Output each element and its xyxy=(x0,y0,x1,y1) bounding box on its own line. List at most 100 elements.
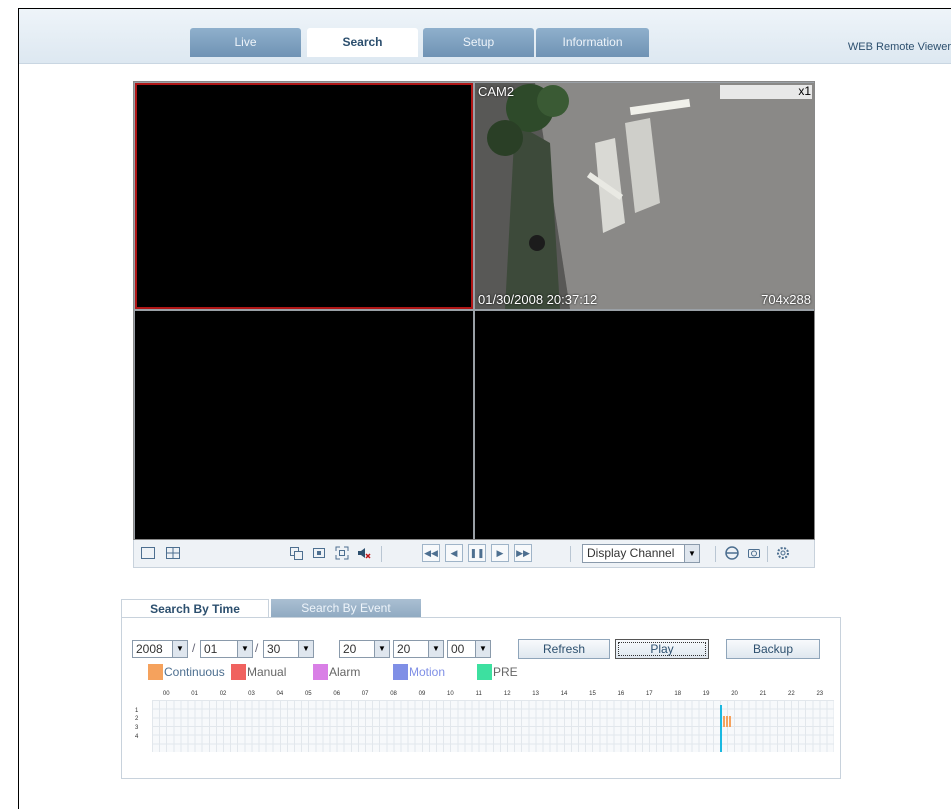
timeline-hour-label: 18 xyxy=(674,691,682,697)
page-frame: Live Search Setup Information WEB Remote… xyxy=(18,8,951,809)
chevron-down-icon[interactable]: ▼ xyxy=(428,641,443,657)
timeline-hour-label: 09 xyxy=(418,691,426,697)
month-select[interactable]: 01 ▼ xyxy=(200,640,253,658)
legend-label: Alarm xyxy=(329,665,361,679)
print-icon[interactable] xyxy=(724,545,740,561)
timeline-hour-label: 17 xyxy=(645,691,653,697)
quad-view-icon[interactable] xyxy=(165,545,181,561)
minute-value: 20 xyxy=(397,642,411,656)
camera-resolution: 704x288 xyxy=(761,292,811,307)
audio-mute-icon[interactable] xyxy=(356,545,372,561)
minute-select[interactable]: 20 ▼ xyxy=(393,640,444,658)
display-channel-label: Display Channel xyxy=(587,546,675,560)
hour-value: 20 xyxy=(343,642,357,656)
timeline-channel-label: 4 xyxy=(135,733,139,740)
timeline-hour-label: 02 xyxy=(219,691,227,697)
timeline-hour-label: 15 xyxy=(589,691,596,697)
legend-swatch xyxy=(231,664,246,680)
timeline-channel-label: 1 xyxy=(135,707,139,714)
snapshot-icon[interactable] xyxy=(746,545,762,561)
timeline-hour-label: 10 xyxy=(447,691,454,697)
hour-select[interactable]: 20 ▼ xyxy=(339,640,390,658)
legend-swatch xyxy=(313,664,328,680)
legend-swatch xyxy=(477,664,492,680)
timeline-hour-label: 21 xyxy=(759,691,767,697)
single-view-icon[interactable] xyxy=(140,545,156,561)
second-select[interactable]: 00 ▼ xyxy=(447,640,491,658)
tab-live[interactable]: Live xyxy=(190,28,301,57)
top-header: Live Search Setup Information WEB Remote… xyxy=(19,9,951,64)
tab-search-by-event[interactable]: Search By Event xyxy=(271,599,421,618)
timeline-hour-label: 03 xyxy=(248,691,255,697)
day-value: 30 xyxy=(267,642,281,656)
timeline-hour-label: 08 xyxy=(390,691,397,697)
fast-rewind-icon[interactable]: ◀◀ xyxy=(422,544,440,562)
chevron-down-icon[interactable]: ▼ xyxy=(298,641,313,657)
legend-label: Motion xyxy=(409,665,446,679)
step-back-icon[interactable]: ◀ xyxy=(445,544,463,562)
timeline-hour-label: 06 xyxy=(333,691,341,697)
chevron-down-icon[interactable]: ▼ xyxy=(475,641,490,657)
video-pane-4[interactable] xyxy=(475,311,814,539)
year-select[interactable]: 2008 ▼ xyxy=(132,640,188,658)
backup-button[interactable]: Backup xyxy=(726,639,820,659)
video-pane-1[interactable] xyxy=(135,83,473,309)
tab-setup[interactable]: Setup xyxy=(423,28,534,57)
play-button[interactable]: Play xyxy=(615,639,709,659)
timeline-hour-label: 23 xyxy=(816,691,824,697)
day-select[interactable]: 30 ▼ xyxy=(263,640,314,658)
timeline-hour-label: 16 xyxy=(617,691,625,697)
video-grid: CAM2 x1 01/30/2008 20:37:12 704x288 xyxy=(133,81,815,540)
legend-swatch xyxy=(393,664,408,680)
timeline-cursor[interactable] xyxy=(720,705,723,752)
pause-icon[interactable]: ❚❚ xyxy=(468,544,486,562)
timeline-hour-label: 13 xyxy=(532,691,539,697)
date-separator: / xyxy=(255,641,259,655)
camera-timestamp: 01/30/2008 20:37:12 xyxy=(478,292,598,307)
legend-swatch xyxy=(148,664,163,680)
fast-forward-icon[interactable]: ▶▶ xyxy=(514,544,532,562)
refresh-button[interactable]: Refresh xyxy=(518,639,610,659)
step-forward-icon[interactable]: ▶ xyxy=(491,544,509,562)
timeline-hour-label: 12 xyxy=(503,691,511,697)
brand-label: WEB Remote Viewer xyxy=(847,41,951,53)
camera-name-label: CAM2 xyxy=(478,84,515,99)
tab-search[interactable]: Search xyxy=(307,28,418,57)
legend-label: Manual xyxy=(247,665,287,679)
playback-toolbar: ◀◀ ◀ ❚❚ ▶ ▶▶ Display Channel ▼ xyxy=(133,540,815,568)
tab-information[interactable]: Information xyxy=(536,28,649,57)
chevron-down-icon[interactable]: ▼ xyxy=(374,641,389,657)
fullscreen-icon[interactable] xyxy=(334,545,350,561)
camera-zoom-label: x1 xyxy=(798,84,811,98)
tab-search-by-time[interactable]: Search By Time xyxy=(121,599,269,618)
copy-icon[interactable] xyxy=(288,545,304,561)
timeline-hour-label: 04 xyxy=(276,691,284,697)
timeline-hour-label: 07 xyxy=(361,691,369,697)
second-value: 00 xyxy=(451,642,465,656)
timeline-grid[interactable] xyxy=(152,700,834,752)
year-value: 2008 xyxy=(136,642,163,656)
timeline-hour-label: 22 xyxy=(788,691,795,697)
chevron-down-icon[interactable]: ▼ xyxy=(237,641,252,657)
fit-icon[interactable] xyxy=(311,545,327,561)
chevron-down-icon[interactable]: ▼ xyxy=(684,545,699,562)
camera-feed-image xyxy=(475,83,814,309)
video-pane-2[interactable]: CAM2 x1 01/30/2008 20:37:12 704x288 xyxy=(475,83,814,309)
month-value: 01 xyxy=(204,642,218,656)
legend-label: PRE xyxy=(493,665,518,679)
timeline-hour-label: 01 xyxy=(191,691,198,697)
legend-label: Continuous xyxy=(164,665,225,679)
timeline-hour-label: 20 xyxy=(731,691,738,697)
timeline-hour-label: 14 xyxy=(560,691,568,697)
timeline-hour-label: 19 xyxy=(702,691,710,697)
recording-timeline[interactable]: 00 01 02 03 04 05 06 07 08 09 10 11 12 13 14 15 16 17 18 19… xyxy=(132,691,834,753)
video-pane-3[interactable] xyxy=(135,311,473,539)
settings-icon[interactable] xyxy=(775,545,791,561)
chevron-down-icon[interactable]: ▼ xyxy=(172,641,187,657)
timeline-channel-label: 2 xyxy=(135,716,139,723)
timeline-hour-label: 11 xyxy=(475,691,482,697)
recording-segment[interactable] xyxy=(723,716,732,727)
timeline-hour-label: 00 xyxy=(162,691,170,697)
display-channel-select[interactable]: Display Channel ▼ xyxy=(582,544,700,563)
timeline-channel-label: 3 xyxy=(135,725,139,731)
